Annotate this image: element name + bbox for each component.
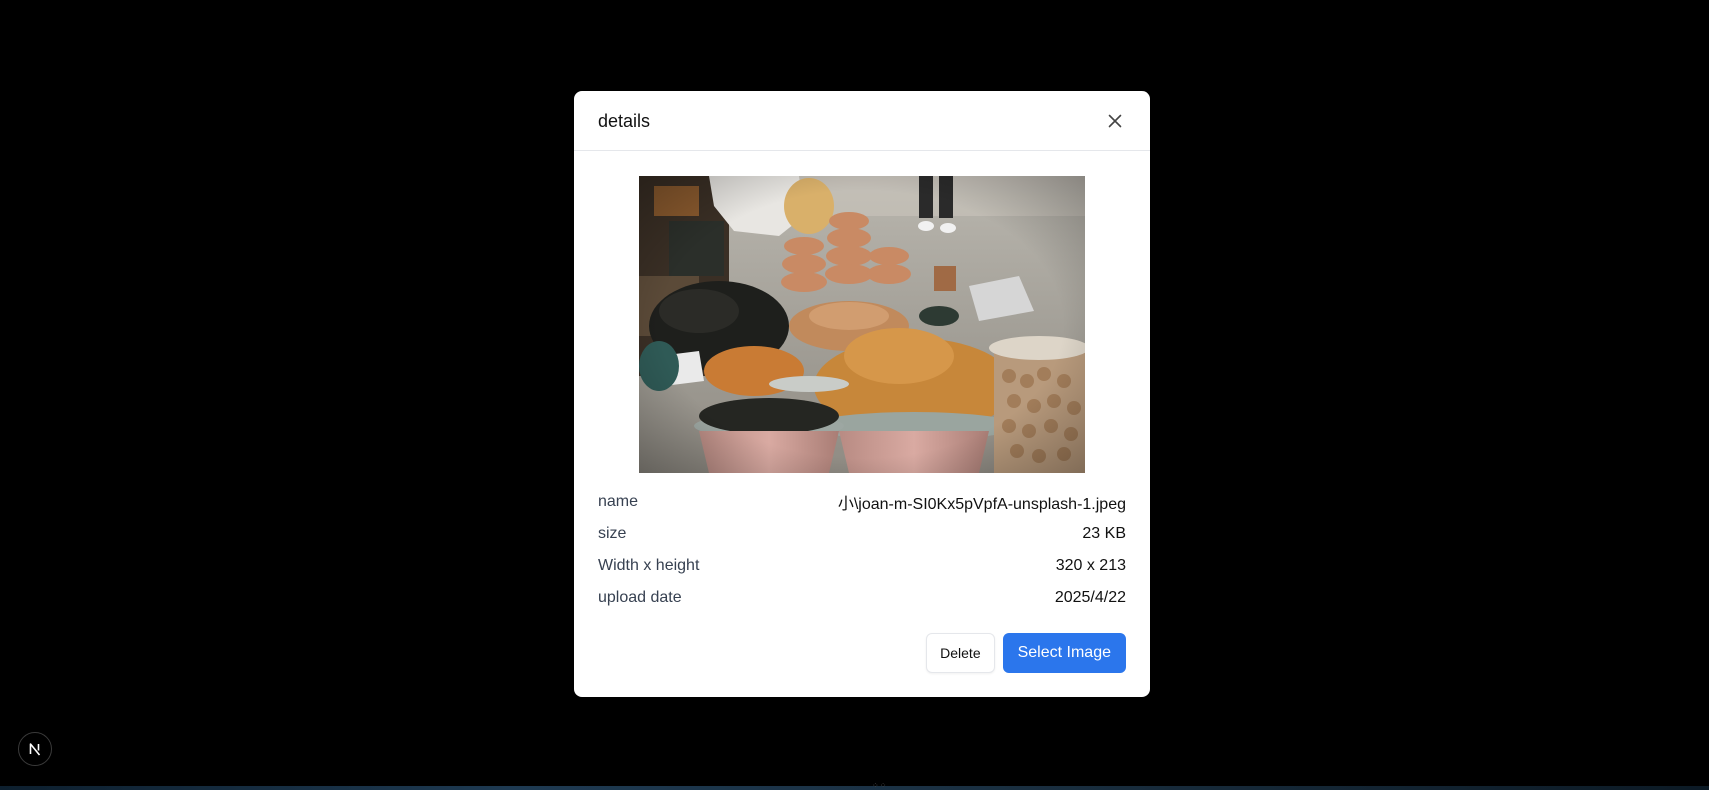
dialog-title: details [598,111,651,131]
detail-value: 23 KB [1082,525,1126,542]
detail-value: 小\joan-m-SI0Kx5pVpfA-unsplash-1.jpeg [837,496,1126,513]
background-page-strip [0,786,1709,790]
detail-row-upload-date: upload date 2025/4/22 [598,582,1126,614]
delete-button[interactable]: Delete [926,633,995,673]
detail-row-dimensions: Width x height 320 x 213 [598,550,1126,582]
detail-row-name: name 小\joan-m-SI0Kx5pVpfA-unsplash-1.jpe… [598,486,1126,518]
detail-row-size: size 23 KB [598,518,1126,550]
drag-handle-icon: ⁘⁘ [872,781,888,790]
nextjs-logo-icon [29,743,41,756]
image-details-dialog: details name 小\joan-m-SI0Kx5pVpfA-unspla… [574,91,1150,697]
detail-label: upload date [598,589,682,606]
select-image-button[interactable]: Select Image [1002,633,1126,673]
dev-tools-badge[interactable] [18,732,52,766]
detail-label: name [598,493,639,510]
detail-value: 320 x 213 [1055,557,1126,574]
close-button[interactable] [1102,108,1128,134]
image-details-list: name 小\joan-m-SI0Kx5pVpfA-unsplash-1.jpe… [598,486,1126,614]
dialog-actions: Delete Select Image [926,633,1126,673]
close-icon [1108,114,1122,128]
image-preview [639,176,1085,473]
detail-label: Width x height [598,557,700,574]
detail-value: 2025/4/22 [1054,589,1126,606]
market-photo [639,176,1085,473]
dialog-header: details [574,91,1150,151]
detail-label: size [598,525,627,542]
